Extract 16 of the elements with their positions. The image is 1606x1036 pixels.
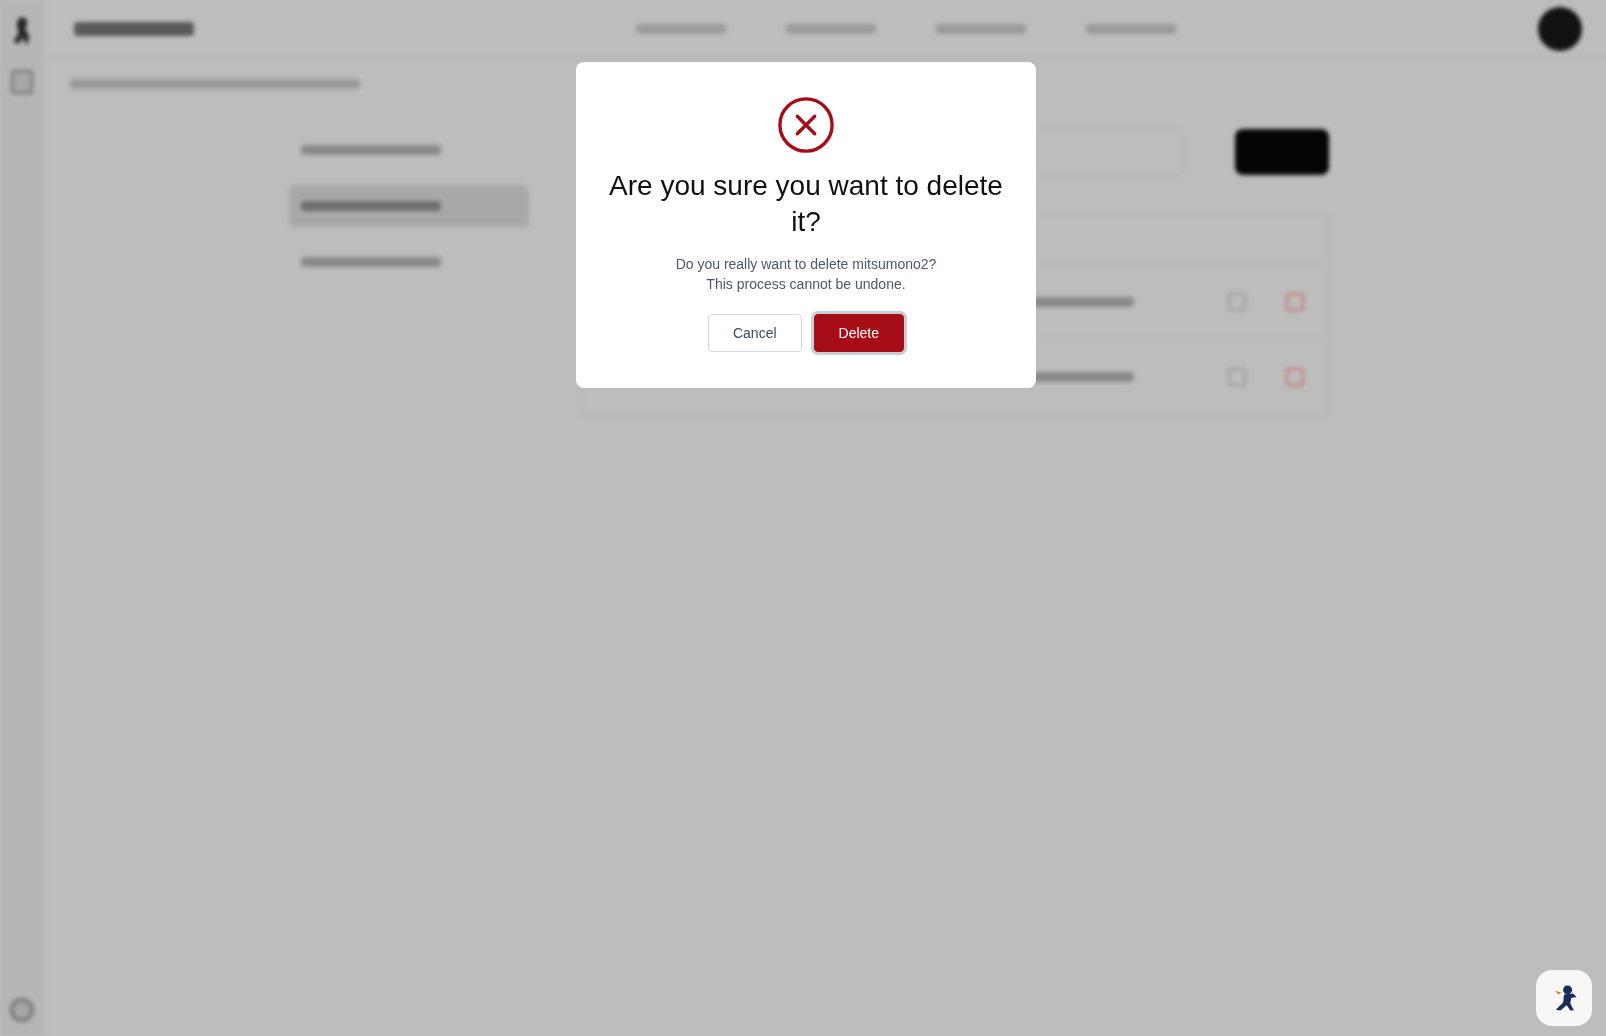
cancel-button[interactable]: Cancel xyxy=(707,314,802,352)
avatar[interactable] xyxy=(1538,7,1582,51)
error-circle-icon xyxy=(777,96,835,154)
blurred-nav-item[interactable] xyxy=(786,24,876,34)
blurred-menu-item[interactable] xyxy=(289,185,529,227)
settings-icon[interactable] xyxy=(10,998,34,1022)
dialog-title: Are you sure you want to delete it? xyxy=(608,169,1004,239)
blurred-add-button[interactable] xyxy=(1235,129,1329,175)
blurred-nav-item[interactable] xyxy=(636,24,726,34)
blurred-nav-item[interactable] xyxy=(1086,24,1176,34)
blurred-nav-item[interactable] xyxy=(936,24,1026,34)
delete-button[interactable]: Delete xyxy=(813,314,905,352)
dialog-message: Do you really want to delete mitsumono2? xyxy=(675,255,937,274)
dialog-message: This process cannot be undone. xyxy=(705,275,907,294)
panel-icon[interactable] xyxy=(11,70,33,94)
help-button[interactable] xyxy=(1536,970,1592,1026)
